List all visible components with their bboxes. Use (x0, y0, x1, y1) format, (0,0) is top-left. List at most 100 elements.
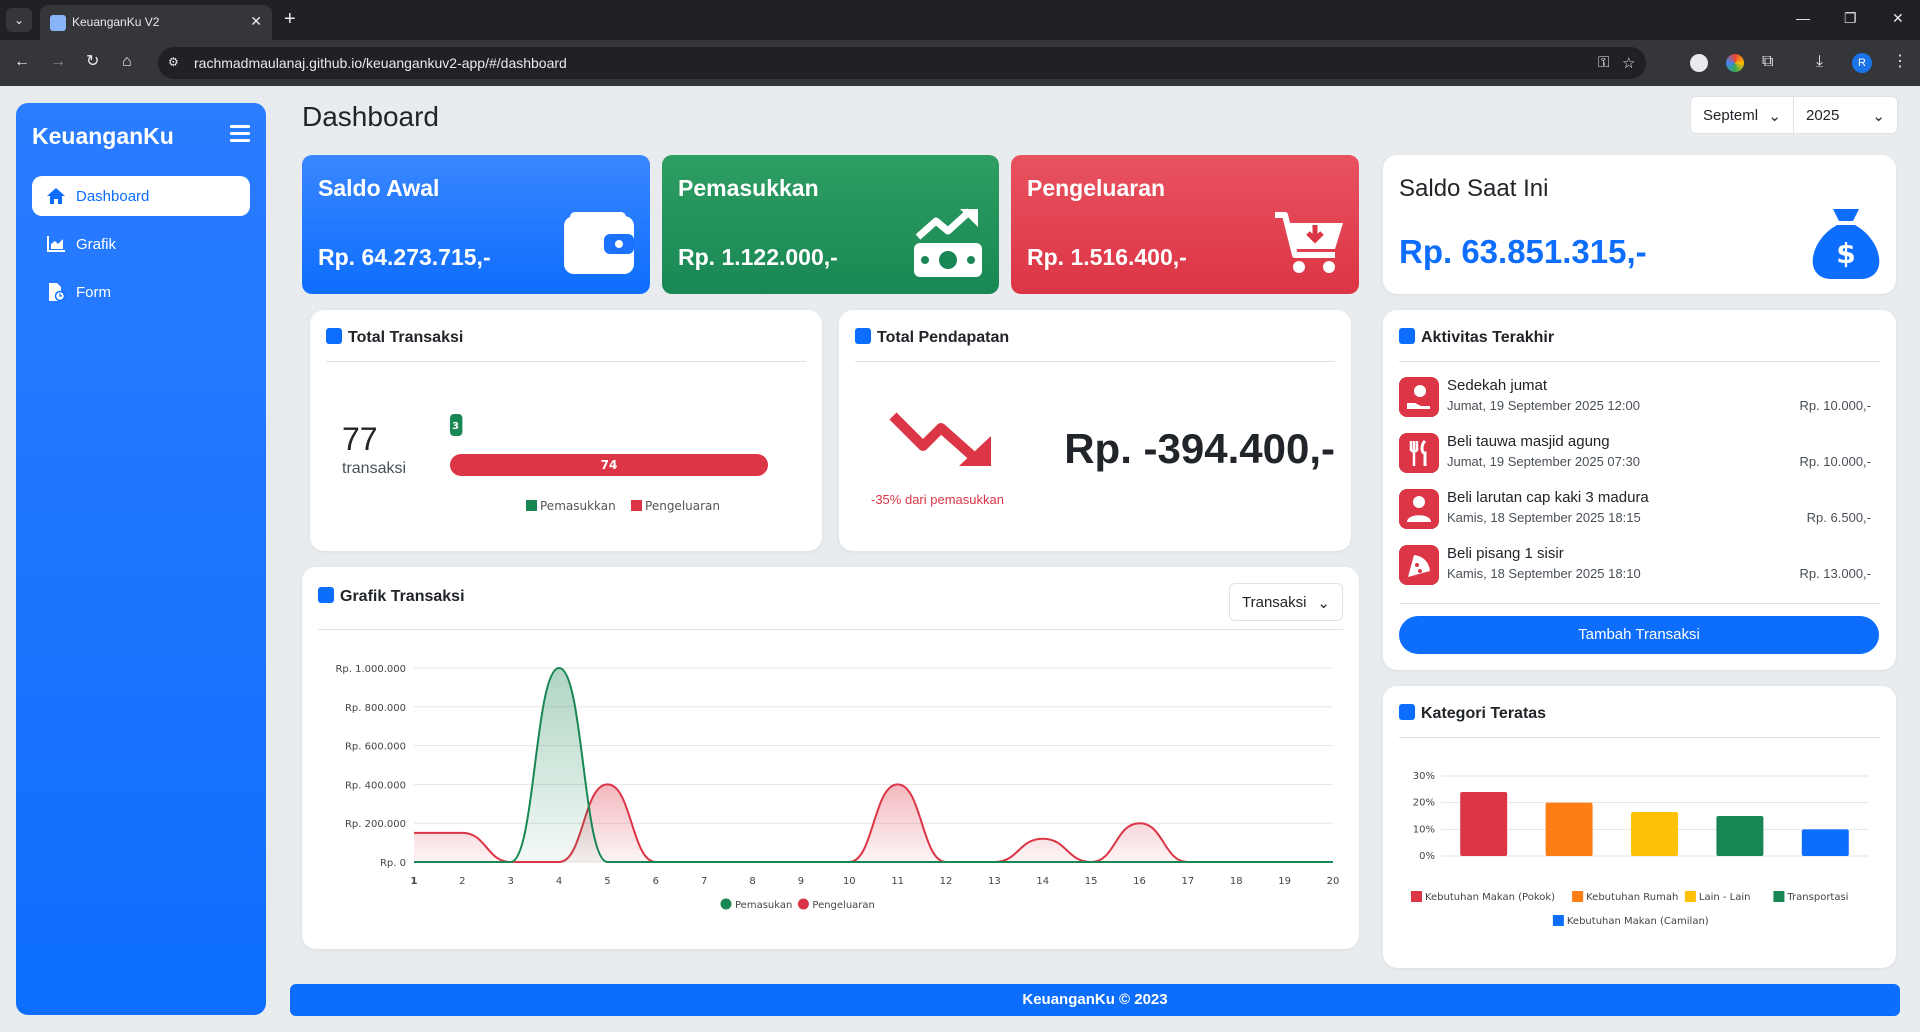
y-tick-label: 10% (1413, 824, 1435, 835)
sidebar-item-dashboard[interactable]: Dashboard (32, 176, 250, 216)
month-select[interactable]: Septeml ⌄ (1690, 96, 1794, 134)
x-tick-label: 6 (653, 876, 659, 887)
x-tick-label: 19 (1278, 876, 1291, 887)
cart-icon (1275, 212, 1343, 273)
income-count-label: 3 (452, 421, 459, 432)
activity-name: Beli larutan cap kaki 3 madura (1447, 489, 1649, 506)
saldo-awal-value: Rp. 64.273.715,- (318, 244, 491, 270)
aktivitas-title: Aktivitas Terakhir (1421, 329, 1555, 346)
y-tick-label: Rp. 0 (380, 858, 406, 869)
menu-kebab-icon[interactable]: ⋮ (1892, 52, 1908, 72)
new-tab-button[interactable]: + (284, 8, 296, 30)
total-transaksi-card: Total Transaksi 77 transaksi 3 74 Pemasuk… (310, 310, 822, 551)
chevron-down-icon: ⌄ (1872, 108, 1885, 125)
month-select-value: Septeml (1703, 107, 1759, 124)
legend-marker (1684, 891, 1696, 902)
legend-label: Kebutuhan Rumah (1586, 892, 1678, 903)
legend-label-pengeluaran: Pengeluaran (812, 900, 875, 911)
tambah-transaksi-button[interactable]: Tambah Transaksi (1399, 616, 1879, 654)
hamburger-menu-icon[interactable] (230, 125, 250, 143)
activity-date: Kamis, 18 September 2025 18:10 (1447, 566, 1641, 581)
activity-amount: Rp. 13.000,- (1799, 566, 1871, 581)
legend-marker (1410, 891, 1422, 902)
aktivitas-heading: Aktivitas Terakhir (1399, 328, 1554, 347)
tab-search-button[interactable]: ⌄ (6, 8, 32, 32)
page-title: Dashboard (302, 101, 439, 132)
x-tick-label: 8 (749, 876, 755, 887)
x-tick-label: 1 (411, 876, 418, 887)
sidebar: KeuanganKu Dashboard Grafik Form (16, 103, 266, 1015)
browser-tab[interactable]: KeuanganKu V2 ✕ (40, 5, 272, 40)
year-select[interactable]: 2025 ⌄ (1794, 96, 1898, 134)
legend-item-pemasukkan: Pemasukkan (526, 499, 616, 513)
activity-amount: Rp. 6.500,- (1806, 510, 1871, 525)
browser-tabbar: ⌄ KeuanganKu V2 ✕ + — ❐ ✕ (0, 0, 1920, 40)
close-window-button[interactable]: ✕ (1892, 10, 1904, 27)
legend-item-pengeluaran: Pengeluaran (631, 499, 720, 513)
pengeluaran-card: Pengeluaran Rp. 1.516.400,- (1011, 155, 1359, 294)
download-icon[interactable]: ⤓ (1816, 52, 1823, 72)
browser-toolbar: ← → ↻ ⌂ ⚙ rachmadmaulanaj.github.io/keua… (0, 40, 1920, 86)
y-tick-label: 20% (1413, 798, 1435, 809)
x-tick-label: 7 (701, 876, 707, 887)
total-transaksi-title: Total Transaksi (348, 329, 464, 346)
activity-item[interactable]: Sedekah jumat Jumat, 19 September 2025 1… (1399, 375, 1879, 421)
grafik-transaksi-card: Grafik Transaksi Transaksi ⌄ Rp. 0 Rp. 20… (302, 567, 1359, 949)
minimize-button[interactable]: — (1796, 10, 1810, 26)
kategori-teratas-card: Kategori Teratas 0% 10% 20% 30% Kebutuhan Ma… (1383, 686, 1896, 968)
category-bar (1716, 816, 1764, 856)
legend-marker-pengeluaran (797, 898, 809, 910)
legend-marker (1552, 915, 1564, 926)
favicon-icon (50, 15, 66, 31)
bookmark-star-icon[interactable]: ☆ (1622, 54, 1635, 72)
divider (1399, 603, 1880, 604)
pendapatan-value: Rp. -394.400,- (1064, 425, 1335, 472)
transaction-line-chart: Rp. 0 Rp. 200.000 Rp. 400.000 Rp. 600.000 Rp… (335, 664, 1339, 911)
activity-item[interactable]: Beli pisang 1 sisir Kamis, 18 September … (1399, 543, 1879, 589)
x-tick-label: 9 (798, 876, 804, 887)
trend-down-icon (889, 412, 991, 466)
divider (855, 361, 1335, 362)
divider (326, 361, 806, 362)
sidebar-item-label: Grafik (76, 236, 117, 253)
y-tick-label: 30% (1413, 771, 1435, 782)
sidebar-item-form[interactable]: Form (32, 272, 250, 312)
activity-date: Kamis, 18 September 2025 18:15 (1447, 510, 1641, 525)
square-icon (855, 328, 871, 344)
y-tick-label: Rp. 600.000 (345, 742, 406, 753)
legend-marker (1572, 891, 1584, 902)
restore-button[interactable]: ❐ (1844, 10, 1857, 27)
form-icon (49, 283, 66, 302)
x-tick-label: 5 (604, 876, 610, 887)
x-tick-label: 4 (556, 876, 562, 887)
x-tick-label: 3 (508, 876, 514, 887)
home-nav-icon[interactable]: ⌂ (122, 52, 132, 72)
profile-avatar[interactable]: R (1852, 53, 1872, 73)
total-pendapatan-card: Total Pendapatan -35% dari pemasukkan Rp… (839, 310, 1351, 551)
reload-icon[interactable]: ↻ (86, 52, 99, 72)
saldo-saat-ini-card: Saldo Saat Ini Rp. 63.851.315,- $ (1383, 155, 1896, 294)
sidebar-item-grafik[interactable]: Grafik (32, 224, 250, 264)
legend-label: Kebutuhan Makan (Camilan) (1567, 916, 1709, 927)
activity-item[interactable]: Beli tauwa masjid agung Jumat, 19 Septem… (1399, 431, 1879, 477)
close-icon[interactable]: ✕ (250, 13, 262, 30)
key-icon[interactable]: ⚿ (1598, 54, 1609, 71)
puzzle-icon[interactable]: ⧉ (1762, 52, 1773, 72)
x-tick-label: 12 (940, 876, 953, 887)
activity-name: Beli tauwa masjid agung (1447, 433, 1610, 450)
transaction-count: 77 (342, 421, 378, 457)
sidebar-item-label: Dashboard (76, 188, 150, 205)
chart-icon (47, 236, 65, 252)
person-icon (1399, 489, 1439, 529)
activity-name: Sedekah jumat (1447, 377, 1548, 394)
y-tick-label: Rp. 1.000.000 (335, 664, 406, 675)
extension-color-icon[interactable] (1726, 54, 1744, 72)
y-tick-label: 0% (1419, 851, 1435, 862)
back-icon[interactable]: ← (14, 52, 30, 72)
activity-amount: Rp. 10.000,- (1799, 398, 1871, 413)
address-bar[interactable]: ⚙ rachmadmaulanaj.github.io/keuangankuv2… (158, 47, 1646, 79)
extension-icon[interactable] (1690, 54, 1708, 72)
site-info-icon[interactable]: ⚙ (168, 55, 184, 71)
forward-icon[interactable]: → (50, 52, 66, 72)
activity-item[interactable]: Beli larutan cap kaki 3 madura Kamis, 18… (1399, 487, 1879, 533)
